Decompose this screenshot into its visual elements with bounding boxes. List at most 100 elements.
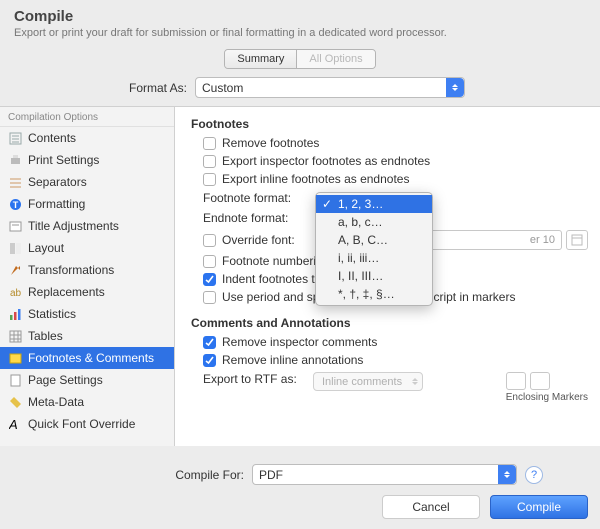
sidebar-item-quick-font[interactable]: A Quick Font Override: [0, 413, 174, 435]
sidebar-heading: Compilation Options: [0, 107, 174, 127]
sidebar-item-label: Quick Font Override: [28, 417, 135, 431]
transformations-icon: [8, 263, 23, 277]
dropdown-arrows-icon: [498, 465, 516, 484]
export-rtf-value: Inline comments: [322, 376, 402, 388]
override-font-label: Override font:: [222, 233, 310, 247]
format-as-select[interactable]: Custom: [195, 77, 465, 98]
checkbox[interactable]: [203, 234, 216, 247]
footnote-format-label: Footnote format:: [203, 191, 313, 205]
sidebar-item-label: Meta-Data: [28, 395, 84, 409]
checkbox[interactable]: [203, 255, 216, 268]
dropdown-option[interactable]: a, b, c…: [316, 213, 432, 231]
compile-for-label: Compile For:: [57, 468, 252, 482]
stepper-icon: [412, 378, 418, 385]
endnote-format-label: Endnote format:: [203, 211, 313, 225]
sidebar-item-label: Statistics: [28, 307, 76, 321]
export-inline-endnotes-row[interactable]: Export inline footnotes as endnotes: [191, 170, 588, 188]
sidebar-item-replacements[interactable]: abReplacements: [0, 281, 174, 303]
export-rtf-label: Export to RTF as:: [203, 372, 313, 386]
sidebar-item-label: Separators: [28, 175, 87, 189]
checkbox[interactable]: [203, 354, 216, 367]
compile-for-value: PDF: [259, 468, 283, 482]
checkbox-label: Footnote numberi: [222, 254, 316, 268]
cancel-button[interactable]: Cancel: [382, 495, 480, 519]
font-icon: A: [8, 417, 23, 431]
page-settings-icon: [8, 373, 23, 387]
compile-for-row: Compile For: PDF ?: [12, 464, 588, 485]
format-as-value: Custom: [202, 81, 243, 95]
comments-heading: Comments and Annotations: [191, 316, 588, 330]
main-area: Compilation Options Contents Print Setti…: [0, 106, 600, 446]
remove-footnotes-row[interactable]: Remove footnotes: [191, 134, 588, 152]
checkbox[interactable]: [203, 173, 216, 186]
export-rtf-row: Export to RTF as: Inline comments Enclos…: [191, 369, 588, 406]
checkbox-label: Remove inline annotations: [222, 353, 363, 367]
font-picker-button[interactable]: [566, 230, 588, 250]
sidebar-item-tables[interactable]: Tables: [0, 325, 174, 347]
contents-icon: [8, 131, 23, 145]
enclosing-markers-fields: [506, 372, 588, 390]
sidebar-item-formatting[interactable]: TFormatting: [0, 193, 174, 215]
remove-inline-annotations-row[interactable]: Remove inline annotations: [191, 351, 588, 369]
font-picker-icon: [571, 234, 583, 246]
checkbox-label: Indent footnotes to: [222, 272, 321, 286]
checkbox-label: Export inline footnotes as endnotes: [222, 172, 409, 186]
sidebar-item-title-adjustments[interactable]: Title Adjustments: [0, 215, 174, 237]
tag-icon: [8, 395, 23, 409]
sidebar-item-print-settings[interactable]: Print Settings: [0, 149, 174, 171]
separators-icon: [8, 175, 23, 189]
export-rtf-select[interactable]: Inline comments: [313, 372, 423, 391]
sidebar-item-label: Layout: [28, 241, 64, 255]
tab-all-options[interactable]: All Options: [296, 50, 374, 68]
sidebar-item-statistics[interactable]: Statistics: [0, 303, 174, 325]
tab-summary[interactable]: Summary: [225, 50, 296, 68]
sidebar: Compilation Options Contents Print Setti…: [0, 107, 175, 446]
help-button[interactable]: ?: [525, 466, 543, 484]
remove-inspector-comments-row[interactable]: Remove inspector comments: [191, 333, 588, 351]
sidebar-item-label: Print Settings: [28, 153, 99, 167]
footnote-format-dropdown[interactable]: 1, 2, 3… a, b, c… A, B, C… i, ii, iii… I…: [315, 192, 433, 306]
sidebar-item-contents[interactable]: Contents: [0, 127, 174, 149]
checkbox[interactable]: [203, 137, 216, 150]
title-adjust-icon: [8, 219, 23, 233]
enclosing-marker-start[interactable]: [506, 372, 526, 390]
layout-icon: [8, 241, 23, 255]
dropdown-arrows-icon: [446, 78, 464, 97]
tables-icon: [8, 329, 23, 343]
sidebar-item-transformations[interactable]: Transformations: [0, 259, 174, 281]
compile-button[interactable]: Compile: [490, 495, 588, 519]
dropdown-option[interactable]: 1, 2, 3…: [316, 195, 432, 213]
printer-icon: [8, 153, 23, 167]
footnotes-icon: [8, 351, 23, 365]
enclosing-marker-end[interactable]: [530, 372, 550, 390]
svg-text:A: A: [9, 417, 18, 431]
dropdown-option[interactable]: I, II, III…: [316, 267, 432, 285]
settings-panel: Footnotes Remove footnotes Export inspec…: [175, 107, 600, 446]
checkbox[interactable]: [203, 291, 216, 304]
footnotes-heading: Footnotes: [191, 117, 588, 131]
svg-text:ab: ab: [10, 288, 22, 299]
export-inspector-endnotes-row[interactable]: Export inspector footnotes as endnotes: [191, 152, 588, 170]
checkbox[interactable]: [203, 273, 216, 286]
dialog-subtitle: Export or print your draft for submissio…: [14, 27, 586, 39]
tab-segment: Summary All Options: [224, 49, 375, 69]
checkbox-label: Remove footnotes: [222, 136, 319, 150]
sidebar-item-label: Title Adjustments: [28, 219, 119, 233]
compile-for-select[interactable]: PDF: [252, 464, 517, 485]
dropdown-option[interactable]: *, †, ‡, §…: [316, 285, 432, 303]
sidebar-item-separators[interactable]: Separators: [0, 171, 174, 193]
checkbox[interactable]: [203, 336, 216, 349]
sidebar-item-label: Tables: [28, 329, 63, 343]
dropdown-option[interactable]: A, B, C…: [316, 231, 432, 249]
help-icon: ?: [531, 469, 537, 481]
sidebar-item-label: Transformations: [28, 263, 114, 277]
dropdown-option[interactable]: i, ii, iii…: [316, 249, 432, 267]
sidebar-item-layout[interactable]: Layout: [0, 237, 174, 259]
sidebar-item-meta-data[interactable]: Meta-Data: [0, 391, 174, 413]
sidebar-item-footnotes-comments[interactable]: Footnotes & Comments: [0, 347, 174, 369]
sidebar-item-page-settings[interactable]: Page Settings: [0, 369, 174, 391]
checkbox[interactable]: [203, 155, 216, 168]
tab-row: Summary All Options: [0, 49, 600, 69]
formatting-icon: T: [8, 197, 23, 211]
sidebar-item-label: Page Settings: [28, 373, 103, 387]
